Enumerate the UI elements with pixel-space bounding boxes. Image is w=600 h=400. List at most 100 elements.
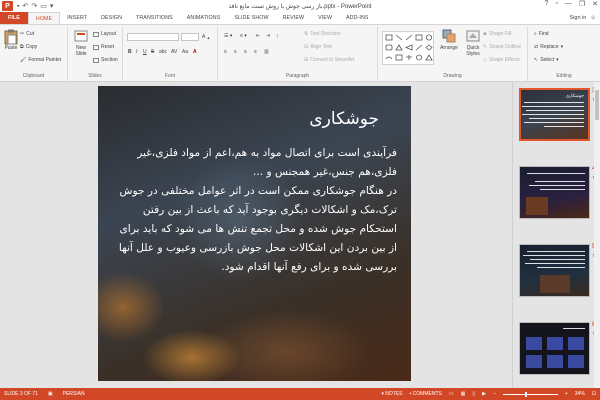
- zoom-slider[interactable]: [502, 391, 558, 397]
- slide-title[interactable]: جوشکاری: [309, 109, 379, 129]
- thumbnail-text-line: [522, 106, 584, 108]
- tab-insert[interactable]: INSERT: [60, 12, 94, 24]
- shape-effects-button[interactable]: ◇ Shape Effects: [483, 57, 520, 63]
- start-slideshow-icon[interactable]: ▭: [40, 2, 47, 10]
- fit-slide-icon[interactable]: ⊡: [592, 391, 596, 397]
- restore-button[interactable]: ❐: [579, 0, 585, 8]
- zoom-level[interactable]: 34%: [575, 391, 585, 397]
- zoom-slider-knob[interactable]: [524, 391, 527, 397]
- decrease-indent-icon[interactable]: ⇤: [256, 33, 260, 39]
- shape-outline-label: Shape Outline: [489, 44, 521, 50]
- justify-icon[interactable]: ≡: [254, 49, 257, 55]
- columns-icon[interactable]: ▥: [264, 49, 269, 55]
- font-name-box[interactable]: [127, 33, 179, 41]
- change-case-button[interactable]: Aa: [182, 49, 188, 55]
- tab-design[interactable]: DESIGN: [94, 12, 129, 24]
- save-icon[interactable]: ▪: [17, 3, 19, 10]
- reset-label: Reset: [101, 44, 115, 50]
- layout-button[interactable]: Layout: [93, 31, 116, 37]
- zoom-in-button[interactable]: +: [565, 391, 568, 397]
- tab-home[interactable]: HOME: [27, 12, 61, 24]
- slide-thumbnail-5[interactable]: [519, 244, 590, 297]
- thumbnail-text-line: [529, 118, 584, 120]
- smiley-feedback-icon[interactable]: ☺: [590, 15, 596, 21]
- tab-review[interactable]: REVIEW: [276, 12, 312, 24]
- zoom-out-button[interactable]: −: [493, 391, 496, 397]
- arrange-button[interactable]: Arrange: [438, 29, 460, 51]
- replace-button[interactable]: ⇄ Replace ▾: [534, 44, 563, 50]
- thumbnail-text-line: [535, 181, 585, 183]
- editing-group-label: Editing: [556, 73, 572, 79]
- thumbnail-scrollbar[interactable]: [594, 82, 600, 388]
- grow-font-icon[interactable]: A ▴: [202, 34, 209, 40]
- new-slide-label: New Slide: [75, 45, 87, 57]
- normal-view-icon[interactable]: ▭: [449, 391, 454, 397]
- shapes-gallery[interactable]: [382, 31, 434, 65]
- text-direction-button[interactable]: ⇅ Text Direction: [304, 31, 341, 37]
- tab-transitions[interactable]: TRANSITIONS: [129, 12, 180, 24]
- tab-slide-show[interactable]: SLIDE SHOW: [227, 12, 275, 24]
- language-indicator[interactable]: PERSIAN: [63, 391, 85, 397]
- align-right-icon[interactable]: ≡: [244, 49, 247, 55]
- comments-button[interactable]: ▪ COMMENTS: [410, 391, 442, 397]
- numbering-icon[interactable]: ≡ ▾: [240, 33, 247, 39]
- binoculars-icon: ⌕: [534, 31, 537, 37]
- slide-thumbnail-6[interactable]: [519, 322, 590, 375]
- close-button[interactable]: ✕: [592, 0, 598, 8]
- tab-view[interactable]: VIEW: [311, 12, 339, 24]
- align-center-icon[interactable]: ≡: [234, 49, 237, 55]
- select-label: Select: [540, 57, 555, 63]
- customize-qat-icon[interactable]: ▾: [50, 2, 54, 10]
- reading-view-icon[interactable]: ▯: [472, 391, 475, 397]
- thumbnail-image: [526, 355, 542, 368]
- minimize-button[interactable]: —: [565, 0, 572, 8]
- font-color-button[interactable]: A: [193, 49, 197, 55]
- text-shadow-button[interactable]: abc: [159, 49, 167, 55]
- line-spacing-icon[interactable]: ↕: [276, 33, 279, 39]
- slide-body-text[interactable]: فرآیندی است برای اتصال مواد به هم،اعم از…: [112, 144, 397, 277]
- paste-button[interactable]: Paste: [3, 29, 19, 51]
- reset-button[interactable]: Reset: [93, 44, 114, 50]
- slide-thumbnail-4[interactable]: [519, 166, 590, 219]
- text-direction-label: Text Direction: [310, 31, 341, 37]
- align-left-icon[interactable]: ≡: [224, 49, 227, 55]
- char-spacing-button[interactable]: AV: [171, 49, 177, 55]
- cut-button[interactable]: ✂ Cut: [20, 31, 34, 37]
- select-button[interactable]: ↖ Select ▾: [534, 57, 559, 63]
- bold-button[interactable]: B: [128, 49, 132, 55]
- brush-icon: 🖌: [20, 57, 27, 63]
- spellcheck-icon[interactable]: ▣: [48, 391, 53, 397]
- find-button[interactable]: ⌕ Find: [534, 31, 549, 37]
- thumbnail-text-line: [524, 102, 584, 104]
- copy-button[interactable]: ⧉ Copy: [20, 44, 37, 50]
- shape-outline-button[interactable]: ✎ Shape Outline: [483, 44, 521, 50]
- shape-fill-button[interactable]: ◆ Shape Fill: [483, 31, 511, 37]
- slideshow-view-icon[interactable]: ▶: [482, 391, 486, 397]
- font-size-box[interactable]: [181, 33, 199, 41]
- new-slide-button[interactable]: New Slide: [71, 29, 91, 57]
- italic-button[interactable]: I: [136, 49, 137, 55]
- tab-file[interactable]: FILE: [0, 12, 28, 24]
- sign-in-link[interactable]: Sign in: [570, 15, 587, 21]
- convert-smartart-button[interactable]: ⊞ Convert to SmartArt: [304, 57, 354, 63]
- bullets-icon[interactable]: ☰ ▾: [224, 33, 232, 39]
- notes-button[interactable]: ▾ NOTES: [381, 391, 402, 397]
- tab-animations[interactable]: ANIMATIONS: [180, 12, 228, 24]
- ribbon-display-icon[interactable]: ▫: [555, 0, 557, 8]
- format-painter-button[interactable]: 🖌 Format Painter: [20, 57, 61, 63]
- slide-sorter-icon[interactable]: ▦: [461, 391, 466, 397]
- scrollbar-thumb[interactable]: [595, 90, 599, 120]
- strikethrough-button[interactable]: S: [151, 49, 154, 55]
- align-text-button[interactable]: ⊟ Align Text: [304, 44, 332, 50]
- redo-icon[interactable]: ↷: [31, 2, 37, 10]
- current-slide[interactable]: جوشکاری فرآیندی است برای اتصال مواد به ه…: [98, 86, 411, 381]
- undo-icon[interactable]: ↶: [22, 2, 28, 10]
- increase-indent-icon[interactable]: ⇥: [266, 33, 270, 39]
- tab-add-ins[interactable]: ADD-INS: [339, 12, 375, 24]
- slide-thumbnail-3[interactable]: جوشکاری: [519, 88, 590, 141]
- section-button[interactable]: Section: [93, 57, 118, 63]
- underline-button[interactable]: U: [143, 49, 147, 55]
- cut-label: Cut: [26, 31, 34, 37]
- help-button[interactable]: ?: [544, 0, 548, 8]
- quick-styles-button[interactable]: Quick Styles: [462, 29, 484, 57]
